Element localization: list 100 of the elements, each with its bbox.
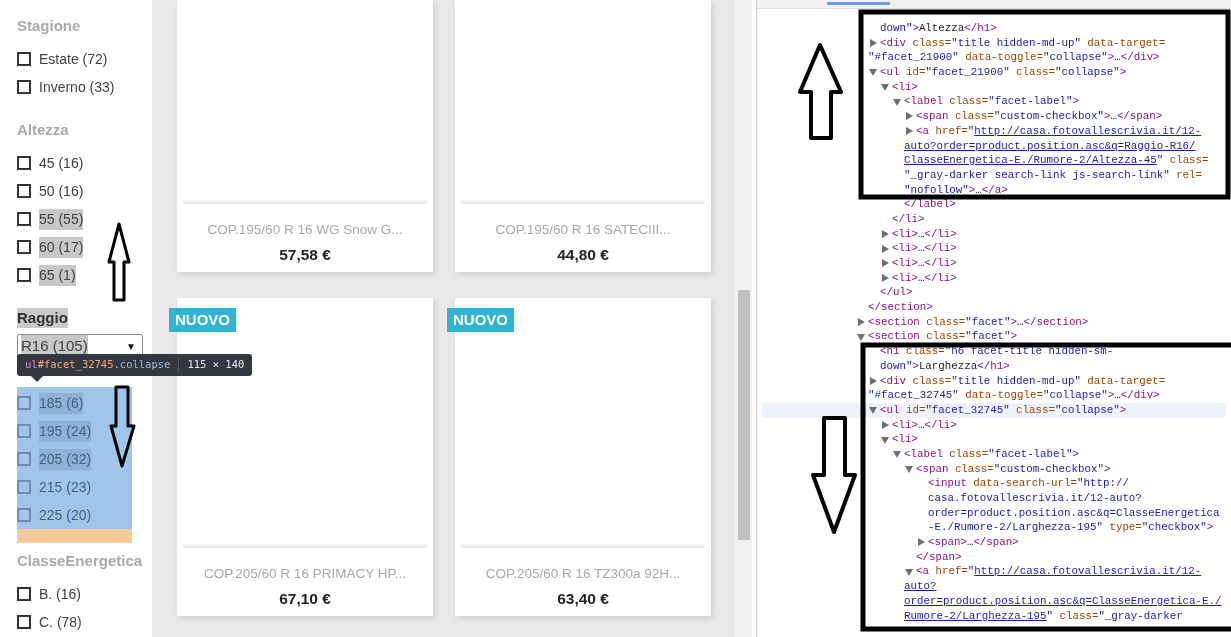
triangle-down-icon[interactable] xyxy=(869,68,877,77)
code-line: <li>…</li> xyxy=(892,226,957,242)
checkbox[interactable] xyxy=(17,212,31,226)
code-line: <div class="title hidden-md-up" data-target= xyxy=(880,373,1166,389)
size-label: 115 × 140 xyxy=(187,357,245,373)
code-line: ClasseEnergetica-E./Rumore-2/Altezza-45" class= xyxy=(904,153,1209,168)
code-line: <span class="custom-checkbox"> xyxy=(916,461,1111,477)
filter-option[interactable]: 55 (55) xyxy=(39,208,84,230)
product-card[interactable]: COP.195/60 R 16 WG Snow G... 57,58 € xyxy=(177,0,433,272)
checkbox[interactable] xyxy=(17,587,31,601)
checkbox[interactable] xyxy=(17,240,31,254)
triangle-down-icon[interactable] xyxy=(893,97,901,106)
code-line: <li>…</li> xyxy=(892,270,957,286)
code-line: <section class="facet"> xyxy=(868,329,1018,345)
triangle-right-icon[interactable] xyxy=(881,244,889,253)
triangle-down-icon[interactable] xyxy=(905,567,913,576)
filter-option[interactable]: C. (78) xyxy=(39,611,82,633)
filter-option[interactable]: Inverno (33) xyxy=(39,76,115,98)
code-line: -E./Rumore-2/Larghezza-195" type="checkbox"> xyxy=(928,520,1214,536)
code-line: order=product.position.asc&q=ClasseEnergetica xyxy=(928,505,1220,521)
facet-title: Altezza xyxy=(17,120,69,140)
code-line: <li> xyxy=(892,79,918,95)
triangle-right-icon[interactable] xyxy=(905,127,913,136)
checkbox[interactable] xyxy=(17,452,31,466)
code-line: <li>…</li> xyxy=(892,417,957,433)
code-line: "#facet_32745" data-toggle="collapse">…</div> xyxy=(868,388,1160,403)
selector-label: ul#facet_32745.collapse xyxy=(25,357,180,373)
triangle-right-icon[interactable] xyxy=(857,318,865,327)
code-line: auto?order=product.position.asc&q=Raggio-R16/ xyxy=(904,138,1196,154)
checkbox[interactable] xyxy=(17,268,31,282)
code-line: <ul id="facet_21900" class="collapse"> xyxy=(880,65,1127,80)
filter-option[interactable]: 60 (17) xyxy=(39,236,84,258)
code-line: </span> xyxy=(916,549,962,565)
code-line: auto? xyxy=(904,579,937,594)
filter-option[interactable]: 50 (16) xyxy=(39,180,84,202)
code-line: </section> xyxy=(868,300,933,315)
filter-option[interactable]: 65 (1) xyxy=(39,264,76,286)
code-line: <li> xyxy=(892,432,918,447)
code-line: <li>…</li> xyxy=(892,241,957,256)
filter-option[interactable]: Estate (72) xyxy=(39,48,108,70)
code-line: <ul id="facet_32745" class="collapse"> xyxy=(880,402,1127,418)
triangle-down-icon[interactable] xyxy=(893,450,901,459)
code-line: <a href="http://casa.fotovallescrivia.it/12- xyxy=(916,564,1202,580)
product-price: 63,40 € xyxy=(556,589,610,609)
triangle-down-icon[interactable] xyxy=(881,435,889,444)
checkbox[interactable] xyxy=(17,396,31,410)
facet-title: ClasseEnergetica xyxy=(17,551,143,571)
code-line: <div class="title hidden-md-up" data-target= xyxy=(880,35,1166,51)
code-line: <span>…</span> xyxy=(928,535,1019,550)
code-line: down">Larghezza</h1> xyxy=(880,358,1010,374)
product-price: 44,80 € xyxy=(556,245,610,265)
scrollbar[interactable] xyxy=(735,0,752,637)
code-line: <span class="custom-checkbox">…</span> xyxy=(916,109,1163,124)
triangle-down-icon[interactable] xyxy=(869,406,877,415)
checkbox[interactable] xyxy=(17,480,31,494)
filter-option[interactable]: 45 (16) xyxy=(39,152,84,174)
code-line: order=product.position.asc&q=ClasseEnergetica-E./ xyxy=(904,593,1222,609)
checkbox[interactable] xyxy=(17,508,31,522)
code-line: "nofollow">…</a> xyxy=(904,182,1008,198)
triangle-down-icon[interactable] xyxy=(857,332,865,341)
facet-title: Stagione xyxy=(17,16,81,36)
code-line: down">Altezza</h1> xyxy=(880,21,997,36)
code-line: <section class="facet">…</section> xyxy=(868,314,1089,330)
code-line: </ul> xyxy=(880,285,913,301)
code-line: </li> xyxy=(892,211,925,227)
triangle-down-icon[interactable] xyxy=(905,464,913,473)
product-card[interactable]: COP.195/60 R 16 SATECIII... 44,80 € xyxy=(455,0,711,272)
code-line: <li>…</li> xyxy=(892,256,957,271)
new-badge: NUOVO xyxy=(447,308,514,332)
triangle-right-icon[interactable] xyxy=(869,39,877,48)
code-line: <label class="facet-label"> xyxy=(904,446,1079,462)
product-price: 67,10 € xyxy=(278,589,332,609)
triangle-right-icon[interactable] xyxy=(881,229,889,238)
code-line: casa.fotovallescrivia.it/12-auto? xyxy=(928,491,1142,506)
new-badge: NUOVO xyxy=(169,308,236,332)
triangle-right-icon[interactable] xyxy=(881,274,889,283)
triangle-right-icon[interactable] xyxy=(881,420,889,429)
checkbox[interactable] xyxy=(17,424,31,438)
triangle-right-icon[interactable] xyxy=(881,259,889,268)
checkbox[interactable] xyxy=(17,156,31,170)
triangle-down-icon[interactable] xyxy=(881,83,889,92)
filter-option[interactable]: 215 (23) xyxy=(39,476,92,498)
triangle-right-icon[interactable] xyxy=(869,376,877,385)
code-line: Rumore-2/Larghezza-195" class="_gray-darker xyxy=(904,608,1183,624)
filter-option[interactable]: B. (16) xyxy=(39,583,81,605)
checkbox[interactable] xyxy=(17,80,31,94)
triangle-right-icon[interactable] xyxy=(917,538,925,547)
checkbox[interactable] xyxy=(17,184,31,198)
code-line: <label class="facet-label"> xyxy=(904,94,1079,110)
scrollbar-thumb[interactable] xyxy=(738,290,750,540)
triangle-right-icon[interactable] xyxy=(905,112,913,121)
checkbox[interactable] xyxy=(17,615,31,629)
facet-title: Raggio xyxy=(17,308,68,328)
product-price: 57,58 € xyxy=(278,245,332,265)
filter-option[interactable]: 225 (20) xyxy=(39,504,92,526)
code-line: "_gray-darker search-link js-search-link" rel= xyxy=(904,167,1203,183)
active-tab-indicator xyxy=(827,2,890,5)
code-line: <a href="http://casa.fotovallescrivia.it/12- xyxy=(916,123,1202,139)
checkbox[interactable] xyxy=(17,52,31,66)
code-line: <input data-search-url="http:// xyxy=(928,476,1129,491)
